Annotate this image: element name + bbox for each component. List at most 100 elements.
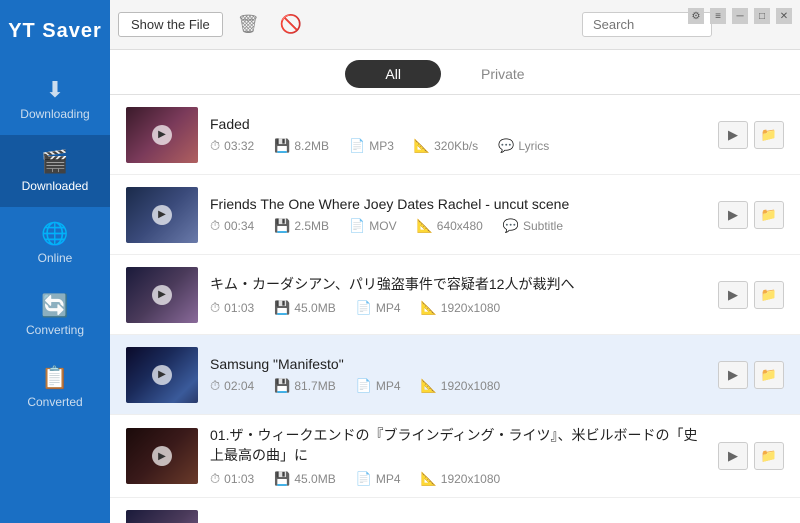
meta-extra: 💬Lyrics [498, 138, 549, 154]
media-item: ▶ Faded ⏱03:32💾8.2MB📄MP3📐320Kb/s💬Lyrics … [110, 95, 800, 175]
folder-button[interactable]: 📁 [754, 361, 784, 389]
size-icon: 💾 [274, 471, 290, 487]
globe-icon: 🌐 [41, 221, 68, 247]
download-icon: ⬇ [46, 77, 64, 103]
media-title: キム・カーダシアン、パリ強盗事件で容疑者12人が裁判へ [210, 274, 706, 294]
extra-value: Lyrics [518, 139, 549, 153]
duration-icon: ⏱ [210, 138, 220, 154]
media-item: ▶ Friends The One Where Joey Dates Rache… [110, 175, 800, 255]
delete-icon-button[interactable]: 🗑 [231, 12, 266, 37]
size-icon: 💾 [274, 378, 290, 394]
sidebar-item-converted[interactable]: 📋 Converted [0, 351, 110, 423]
convert-icon: 🔄 [41, 293, 68, 319]
minimize-button[interactable]: ─ [732, 8, 748, 24]
size-value: 81.7MB [294, 379, 335, 393]
media-item: ▶ Samsung "Manifesto" ⏱ 02:04 💾 81.7MB 📄MP4 📐… [110, 335, 800, 415]
quality-icon: 📐 [417, 218, 433, 234]
quality-icon: 📐 [421, 471, 437, 487]
meta-format: 📄MP4 [356, 300, 401, 316]
format-icon: 📄 [349, 218, 365, 234]
sidebar-item-converting[interactable]: 🔄 Converting [0, 279, 110, 351]
menu-button[interactable]: ≡ [710, 8, 726, 24]
duration-value: 01:03 [224, 472, 254, 486]
duration-value: 02:04 [224, 379, 254, 393]
film-icon: 🎬 [41, 149, 68, 175]
folder-button[interactable]: 📁 [754, 121, 784, 149]
close-button[interactable]: ✕ [776, 8, 792, 24]
meta-format: 📄MOV [349, 218, 397, 234]
meta-duration: ⏱01:03 [210, 300, 254, 316]
format-value: MP3 [369, 139, 394, 153]
sidebar-item-downloaded[interactable]: 🎬 Downloaded [0, 135, 110, 207]
media-list: ▶ Faded ⏱03:32💾8.2MB📄MP3📐320Kb/s💬Lyrics … [110, 95, 800, 523]
media-meta: ⏱01:03💾45.0MB📄MP4📐1920x1080 [210, 471, 706, 487]
play-overlay: ▶ [152, 125, 172, 145]
size-value: 45.0MB [294, 472, 335, 486]
tab-private[interactable]: Private [441, 60, 565, 88]
media-thumbnail: ▶ [126, 428, 198, 484]
sidebar-item-label: Converting [26, 323, 84, 337]
settings-button[interactable]: ⚙ [688, 8, 704, 24]
play-button[interactable]: ▶ [718, 361, 748, 389]
converted-icon: 📋 [41, 365, 68, 391]
titlebar: Show the File 🗑 🚫 ⚙ ≡ ─ □ ✕ [110, 0, 800, 50]
show-file-button[interactable]: Show the File [118, 12, 223, 37]
media-title: 01.ザ・ウィークエンドの『ブラインディング・ライツ』、米ビルボードの「史上最高… [210, 425, 706, 465]
meta-format: 📄MP4 [356, 378, 401, 394]
play-button[interactable]: ▶ [718, 442, 748, 470]
sidebar-item-label: Converted [27, 395, 82, 409]
duration-icon: ⏱ [210, 378, 220, 394]
media-title: Samsung "Manifesto" [210, 356, 706, 372]
format-icon: 📄 [356, 471, 372, 487]
tab-all[interactable]: All [345, 60, 441, 88]
play-button[interactable]: ▶ [718, 121, 748, 149]
duration-value: 03:32 [224, 139, 254, 153]
format-icon: 📄 [349, 138, 365, 154]
meta-duration: ⏱00:34 [210, 218, 254, 234]
folder-button[interactable]: 📁 [754, 201, 784, 229]
duration-icon: ⏱ [210, 218, 220, 234]
disable-icon-button[interactable]: 🚫 [274, 12, 308, 37]
meta-quality: 📐1920x1080 [421, 378, 501, 394]
meta-quality: 📐1920x1080 [421, 300, 501, 316]
item-actions: ▶ 📁 [718, 442, 784, 470]
play-button[interactable]: ▶ [718, 201, 748, 229]
main-content: Show the File 🗑 🚫 ⚙ ≡ ─ □ ✕ All Private … [110, 0, 800, 523]
play-overlay: ▶ [152, 446, 172, 466]
sidebar-item-label: Downloading [20, 107, 89, 121]
folder-button[interactable]: 📁 [754, 281, 784, 309]
media-thumbnail: ▶ [126, 510, 198, 523]
media-info: キム・カーダシアン、パリ強盗事件で容疑者12人が裁判へ ⏱01:03 💾 45.0M… [210, 274, 706, 316]
size-value: 8.2MB [294, 139, 329, 153]
format-icon: 📄 [356, 300, 372, 316]
size-value: 45.0MB [294, 301, 335, 315]
media-title: Friends The One Where Joey Dates Rachel … [210, 196, 706, 212]
play-button[interactable]: ▶ [718, 281, 748, 309]
meta-size: 💾 8.2MB [274, 138, 329, 154]
media-info: Samsung "Manifesto" ⏱ 02:04 💾 81.7MB 📄MP4 📐19… [210, 356, 706, 394]
meta-duration: ⏱01:03 [210, 471, 254, 487]
sidebar-item-downloading[interactable]: ⬇ Downloading [0, 63, 110, 135]
maximize-button[interactable]: □ [754, 8, 770, 24]
quality-value: 640x480 [437, 219, 483, 233]
play-overlay: ▶ [152, 365, 172, 385]
media-meta: ⏱03:32💾8.2MB📄MP3📐320Kb/s💬Lyrics [210, 138, 706, 154]
folder-button[interactable]: 📁 [754, 442, 784, 470]
sidebar-item-online[interactable]: 🌐 Online [0, 207, 110, 279]
meta-size: 💾2.5MB [274, 218, 329, 234]
duration-value: 01:03 [224, 301, 254, 315]
media-thumbnail: ▶ [126, 107, 198, 163]
meta-size: 💾 81.7MB [274, 378, 336, 394]
meta-duration: ⏱ 03:32 [210, 138, 254, 154]
tabs: All Private [110, 50, 800, 95]
quality-icon: 📐 [421, 378, 437, 394]
window-controls: ⚙ ≡ ─ □ ✕ [688, 8, 792, 24]
meta-extra: 💬Subtitle [503, 218, 563, 234]
size-icon: 💾 [274, 138, 290, 154]
meta-quality: 📐1920x1080 [421, 471, 501, 487]
media-meta: ⏱01:03 💾 45.0MB 📄MP4 📐1920x1080 [210, 300, 706, 316]
item-actions: ▶ 📁 [718, 201, 784, 229]
play-overlay: ▶ [152, 205, 172, 225]
size-icon: 💾 [274, 300, 290, 316]
sidebar-item-label: Downloaded [22, 179, 89, 193]
